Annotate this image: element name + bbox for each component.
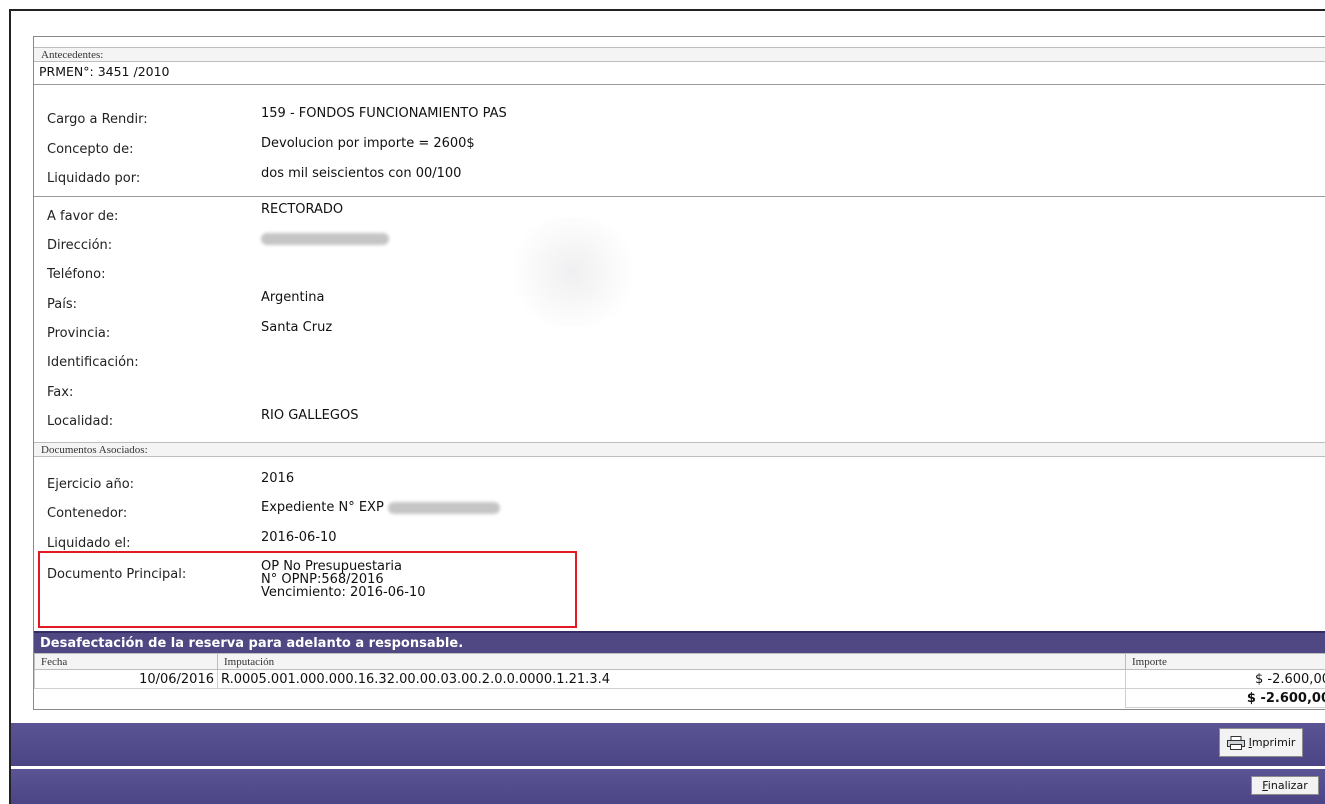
antecedentes-header: Antecedentes: [34,47,1325,62]
finalizar-label: Finalizar [1262,779,1308,792]
pais-value: Argentina [261,290,325,305]
cargo-value: 159 - FONDOS FUNCIONAMIENTO PAS [261,106,507,121]
imprimir-button[interactable]: Imprimir [1219,728,1303,757]
provincia-label: Provincia: [47,326,111,341]
fecha-cell: 10/06/2016 [34,669,218,689]
documentos-header: Documentos Asociados: [34,442,1325,457]
desafectacion-title: Desafectación de la reserva para adelant… [34,631,1325,653]
fax-label: Fax: [47,385,74,400]
liquidado-el-value: 2016-06-10 [261,530,337,545]
concepto-label: Concepto de: [47,142,134,157]
direccion-value-redacted [261,231,389,246]
ejercicio-label: Ejercicio año: [47,477,135,492]
importe-cell: $ -2.600,00 [1125,669,1325,689]
identificacion-label: Identificación: [47,355,139,370]
finalizar-button[interactable]: Finalizar [1251,776,1319,795]
column-header-importe: Importe [1125,653,1325,670]
contenedor-redacted [387,501,500,514]
divider [34,196,1325,197]
printer-icon [1226,735,1245,750]
column-header-imputacion: Imputación [217,653,1126,670]
page-content: Antecedentes: PRMEN°: 3451 /2010 Cargo a… [11,11,1325,804]
contenedor-text: Expediente N° EXP [261,500,384,515]
red-highlight-box [38,551,577,628]
application-window: Antecedentes: PRMEN°: 3451 /2010 Cargo a… [9,9,1325,804]
background-glow [503,217,643,327]
print-toolbar: Imprimir [11,723,1325,766]
provincia-value: Santa Cruz [261,320,333,335]
prmen-number: PRMEN°: 3451 /2010 [39,64,170,79]
total-row: $ -2.600,00 [35,688,1325,708]
contenedor-value: Expediente N° EXP [261,500,500,515]
contenedor-label: Contenedor: [47,506,128,521]
total-importe: $ -2.600,00 [1125,688,1325,708]
concepto-value: Devolucion por importe = 2600$ [261,136,475,151]
footer-toolbar: Finalizar [11,769,1325,804]
pais-label: País: [47,297,77,312]
localidad-label: Localidad: [47,414,114,429]
table-row: 10/06/2016 R.0005.001.000.000.16.32.00.0… [34,669,1325,689]
column-header-fecha: Fecha [34,653,218,670]
divider [34,84,1325,85]
liquidado-value: dos mil seiscientos con 00/100 [261,166,462,181]
direccion-label: Dirección: [47,238,113,253]
imprimir-label: Imprimir [1248,736,1296,749]
afavor-value: RECTORADO [261,202,344,217]
imputacion-cell: R.0005.001.000.000.16.32.00.00.03.00.2.0… [217,669,1126,689]
telefono-label: Teléfono: [47,267,106,282]
liquidado-el-label: Liquidado el: [47,536,131,551]
desafectacion-table: Fecha Imputación Importe 10/06/2016 R.00… [34,653,1325,708]
localidad-value: RIO GALLEGOS [261,408,359,423]
cargo-label: Cargo a Rendir: [47,112,148,127]
liquidado-label: Liquidado por: [47,171,141,186]
ejercicio-value: 2016 [261,471,295,486]
table-header-row: Fecha Imputación Importe [34,653,1325,670]
afavor-label: A favor de: [47,209,119,224]
